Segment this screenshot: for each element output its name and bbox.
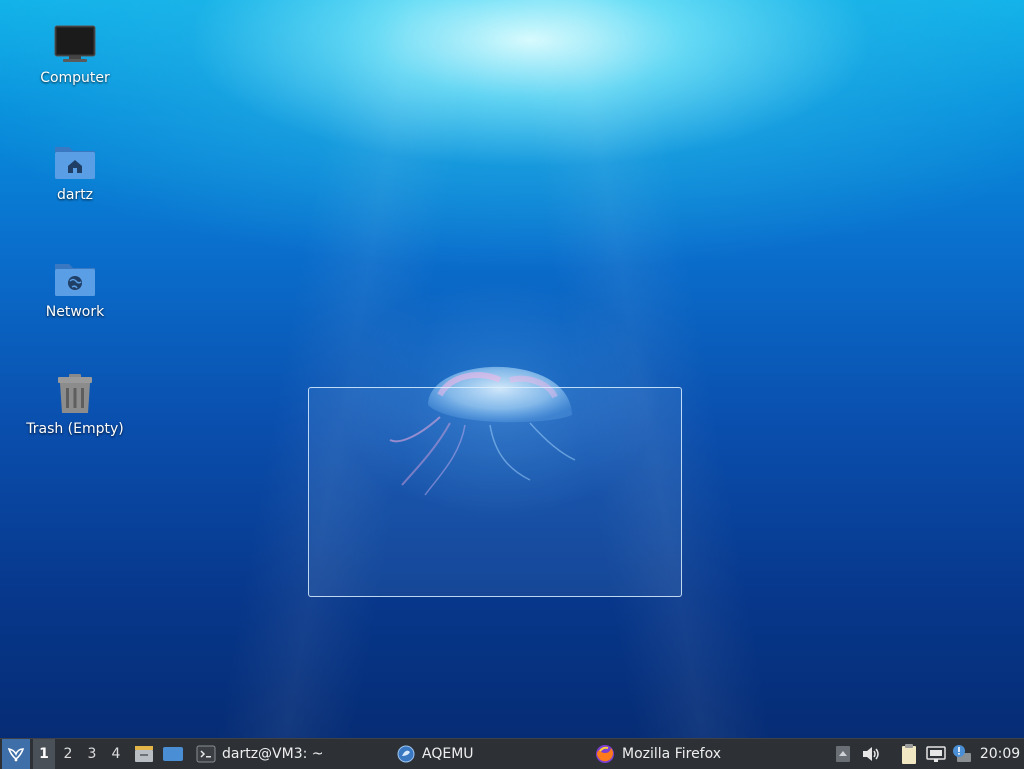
terminal-icon [196, 745, 216, 763]
desktop-icon-label: dartz [56, 187, 94, 203]
task-aqemu[interactable]: AQEMU [392, 739, 478, 769]
workspace-1[interactable]: 1 [33, 739, 55, 769]
clock-time: 20:09 [979, 746, 1021, 762]
taskbar: 1 2 3 4 dartz@VM3: ~ AQEMU Mozilla Firef… [0, 738, 1024, 769]
show-desktop-icon [163, 747, 183, 761]
network-folder-icon [53, 256, 97, 300]
computer-icon [53, 22, 97, 66]
workspace-label: 3 [87, 746, 97, 762]
update-icon [953, 745, 971, 762]
network-button[interactable] [925, 739, 947, 769]
app-menu-icon [7, 747, 25, 762]
desktop-icon-network[interactable]: Network [15, 256, 135, 320]
aqemu-icon [397, 745, 415, 763]
workspace-label: 4 [111, 746, 121, 762]
desktop-icon-trash[interactable]: Trash (Empty) [15, 373, 135, 437]
workspace-2[interactable]: 2 [57, 739, 79, 769]
workspace-label: 1 [39, 746, 49, 762]
workspace-label: 2 [63, 746, 73, 762]
task-label: dartz@VM3: ~ [222, 746, 324, 762]
task-label: Mozilla Firefox [622, 746, 722, 762]
rubber-band-selection [308, 387, 682, 597]
volume-button[interactable] [860, 739, 882, 769]
tray-expand-button[interactable] [832, 739, 854, 769]
desktop-icon-label: Computer [40, 70, 110, 86]
task-label: AQEMU [422, 746, 474, 762]
network-icon [926, 746, 946, 762]
task-terminal[interactable]: dartz@VM3: ~ [192, 739, 328, 769]
clipboard-button[interactable] [898, 739, 920, 769]
file-manager-icon [135, 746, 153, 762]
notification-arrow-icon [836, 746, 850, 762]
desktop-icon-label: Trash (Empty) [26, 421, 124, 437]
home-folder-icon [53, 139, 97, 183]
workspace-4[interactable]: 4 [105, 739, 127, 769]
firefox-icon [596, 745, 614, 763]
show-desktop-button[interactable] [162, 739, 184, 769]
clipboard-icon [902, 744, 916, 764]
desktop-icon-computer[interactable]: Computer [15, 22, 135, 86]
workspace-3[interactable]: 3 [81, 739, 103, 769]
desktop-icon-home[interactable]: dartz [15, 139, 135, 203]
volume-icon [863, 747, 879, 761]
clock[interactable]: 20:09 [976, 739, 1024, 769]
trash-icon [53, 373, 97, 417]
file-manager-launcher[interactable] [133, 739, 155, 769]
app-menu-button[interactable] [2, 739, 30, 769]
updates-button[interactable] [951, 739, 973, 769]
desktop-icon-label: Network [45, 304, 105, 320]
wallpaper-light-rays [0, 0, 1024, 740]
task-firefox[interactable]: Mozilla Firefox [590, 739, 725, 769]
